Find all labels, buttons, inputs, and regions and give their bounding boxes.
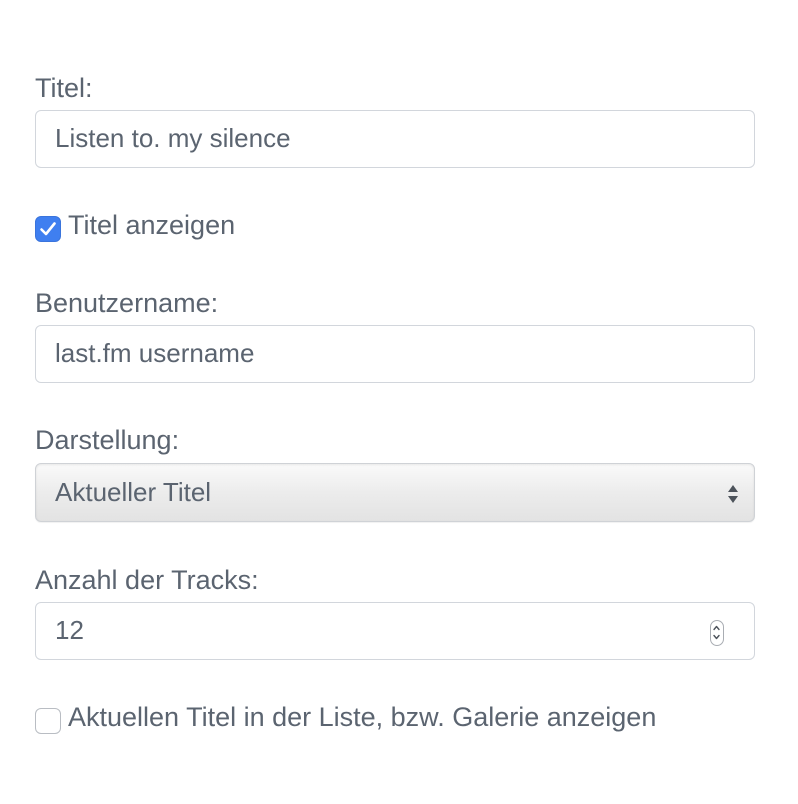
tracks-number-input[interactable]: 12 — [35, 602, 755, 660]
show-title-checkbox[interactable] — [35, 216, 61, 242]
display-select-value: Aktueller Titel — [55, 477, 212, 507]
tracks-label: Anzahl der Tracks: — [35, 565, 259, 595]
show-title-label[interactable]: Titel anzeigen — [68, 209, 235, 241]
select-arrows-icon — [728, 485, 738, 503]
tracks-input-value: 12 — [55, 615, 84, 645]
username-input-placeholder: last.fm username — [55, 338, 255, 368]
checkmark-icon — [39, 221, 56, 235]
title-input[interactable]: Listen to. my silence — [35, 110, 755, 168]
show-current-track-checkbox[interactable] — [35, 708, 61, 734]
show-current-track-label[interactable]: Aktuellen Titel in der Liste, bzw. Galer… — [68, 701, 656, 733]
username-label: Benutzername: — [35, 288, 219, 318]
title-label: Titel: — [35, 73, 93, 103]
number-stepper-icon[interactable] — [710, 620, 724, 646]
widget-settings-form: Titel: Listen to. my silence Titel anzei… — [0, 0, 798, 804]
display-label: Darstellung: — [35, 425, 180, 455]
display-select[interactable]: Aktueller Titel — [35, 463, 755, 522]
username-input[interactable]: last.fm username — [35, 325, 755, 383]
title-input-value: Listen to. my silence — [55, 123, 291, 153]
